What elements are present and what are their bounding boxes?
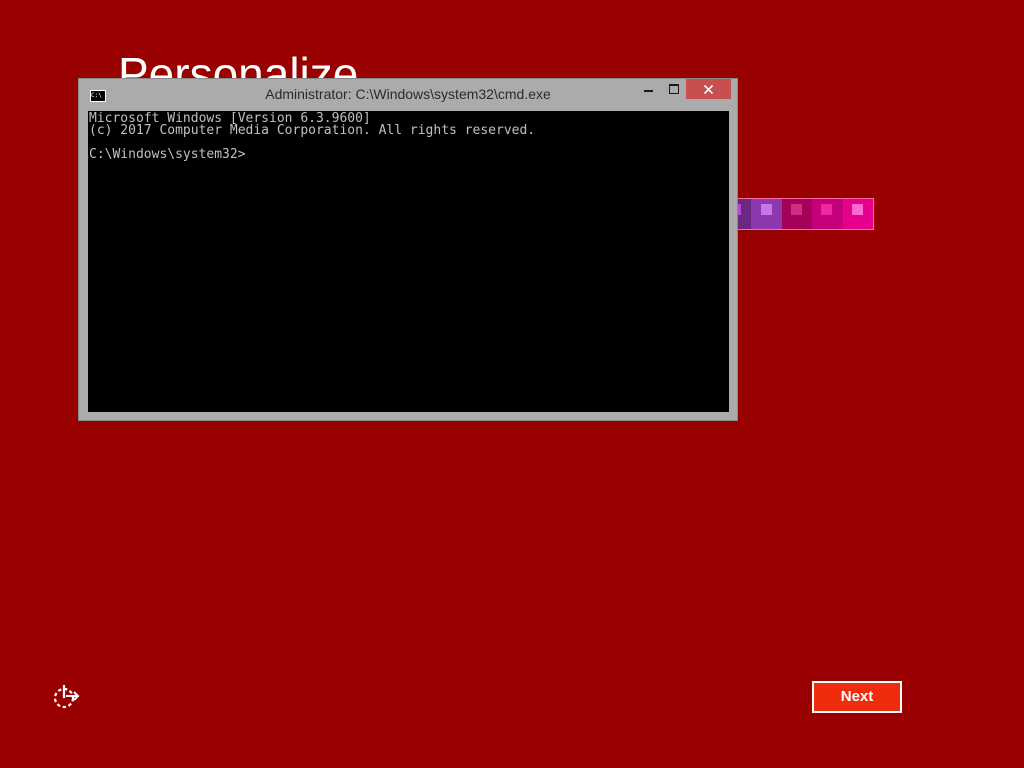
minimize-icon xyxy=(644,90,653,92)
ease-of-access-glyph xyxy=(53,685,80,709)
color-swatch[interactable] xyxy=(812,199,843,229)
ease-of-access-icon[interactable] xyxy=(52,684,80,710)
maximize-icon xyxy=(669,84,679,94)
cmd-window[interactable]: C:\ Administrator: C:\Windows\system32\c… xyxy=(78,78,738,421)
color-swatch[interactable] xyxy=(751,199,782,229)
color-swatch-strip xyxy=(720,198,874,230)
color-swatch[interactable] xyxy=(781,199,813,229)
color-swatch[interactable] xyxy=(842,199,874,229)
minimize-button[interactable] xyxy=(635,79,661,99)
window-titlebar[interactable]: C:\ Administrator: C:\Windows\system32\c… xyxy=(79,79,737,111)
swatch-marker xyxy=(851,204,863,215)
maximize-button[interactable] xyxy=(661,79,687,99)
close-button[interactable] xyxy=(686,79,731,99)
swatch-marker xyxy=(791,204,803,215)
console-line: (c) 2017 Computer Media Corporation. All… xyxy=(89,123,536,138)
swatch-marker xyxy=(821,204,833,215)
console-output[interactable]: Microsoft Windows [Version 6.3.9600] (c)… xyxy=(88,111,729,412)
swatch-marker xyxy=(760,204,772,215)
console-prompt[interactable]: C:\Windows\system32> xyxy=(89,148,729,161)
next-button[interactable]: Next xyxy=(812,681,902,713)
close-icon xyxy=(704,85,713,94)
